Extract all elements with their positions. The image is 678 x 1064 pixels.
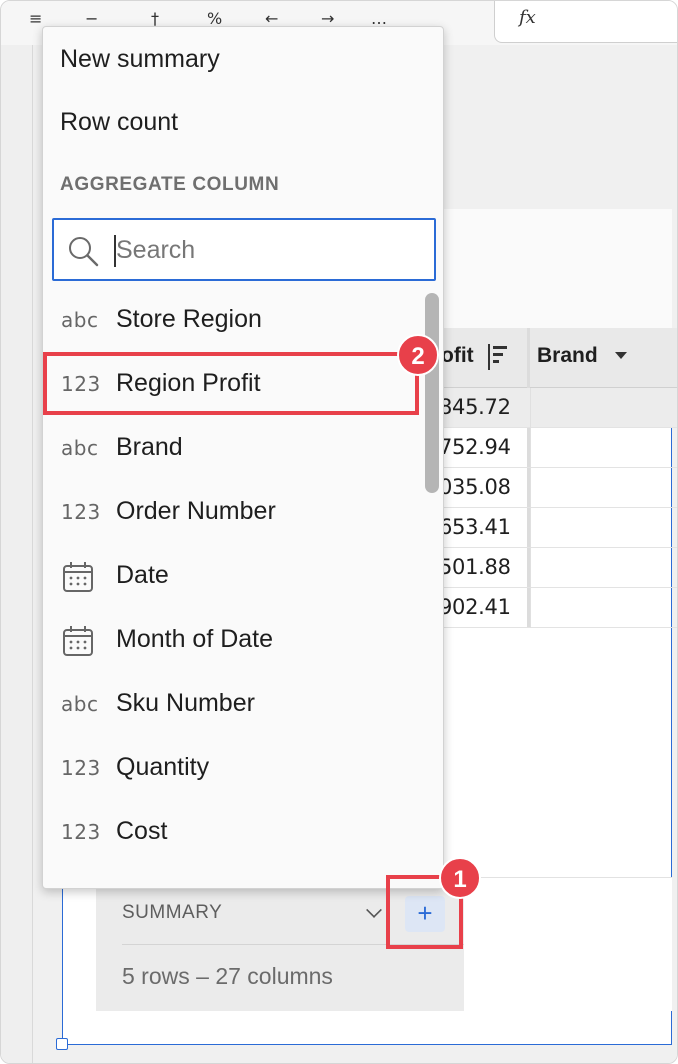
cell-brand[interactable] <box>530 508 677 548</box>
column-option-label: Cost <box>116 817 168 845</box>
table-row[interactable]: 501.88 <box>421 548 677 588</box>
cell-brand[interactable] <box>530 428 677 468</box>
text-type-icon: abc <box>61 308 99 332</box>
number-type-icon: 123 <box>61 820 101 844</box>
summary-bar-right <box>464 877 672 1011</box>
cell-brand[interactable] <box>530 468 677 508</box>
table-row[interactable]: 752.94 <box>421 428 677 468</box>
highlight-box-step-2 <box>43 352 419 415</box>
number-type-icon: 123 <box>61 756 101 780</box>
cell-brand[interactable] <box>530 588 677 628</box>
search-box[interactable] <box>52 218 436 281</box>
column-option-label: Sku Number <box>116 689 255 717</box>
column-option-label: Quantity <box>116 753 210 781</box>
calendar-icon <box>63 562 93 592</box>
column-option-order-number[interactable]: 123 Order Number <box>43 482 427 546</box>
cell-value: 501.88 <box>439 555 511 579</box>
step-badge-2: 2 <box>397 334 439 376</box>
column-header-brand[interactable]: Brand <box>537 344 598 368</box>
column-header-profit[interactable]: ofit <box>441 344 474 368</box>
toolbar-icon[interactable]: ← <box>265 9 285 28</box>
menu-item-new-summary[interactable]: New summary <box>60 45 220 74</box>
table-row[interactable]: 845.72 <box>421 388 677 428</box>
summary-label[interactable]: SUMMARY <box>122 902 222 924</box>
cell-brand[interactable] <box>530 548 677 588</box>
column-option-quantity[interactable]: 123 Quantity <box>43 738 427 802</box>
toolbar-icon[interactable]: † <box>151 9 171 28</box>
cell-value: 902.41 <box>439 595 511 619</box>
app-window: ≡ − † % ← → … fx ofit Brand 845.72 752.9… <box>0 0 678 1064</box>
column-option-store-region[interactable]: abc Store Region <box>43 290 427 354</box>
column-option-brand[interactable]: abc Brand <box>43 418 427 482</box>
toolbar-icon[interactable]: ≡ <box>29 9 49 28</box>
search-input[interactable] <box>116 230 416 270</box>
section-heading: AGGREGATE COLUMN <box>60 174 280 195</box>
column-option-cost[interactable]: 123 Cost <box>43 802 427 866</box>
chevron-down-icon[interactable] <box>366 902 382 918</box>
column-option-date[interactable]: Date <box>43 546 427 610</box>
fx-icon: fx <box>519 7 536 28</box>
calendar-icon <box>63 626 93 656</box>
table-header: ofit Brand <box>421 328 677 388</box>
column-option-sku-number[interactable]: abc Sku Number <box>43 674 427 738</box>
cell-brand[interactable] <box>530 388 677 428</box>
chevron-down-icon[interactable] <box>615 352 627 359</box>
column-option-label: Month of Date <box>116 625 274 653</box>
cell-value: 653.41 <box>439 515 511 539</box>
step-badge-1: 1 <box>439 857 481 899</box>
cell-value: 035.08 <box>439 475 511 499</box>
search-icon <box>69 237 99 267</box>
toolbar-icon[interactable]: → <box>321 9 341 28</box>
percent-icon[interactable]: % <box>207 9 227 28</box>
column-option-label: Brand <box>116 433 183 461</box>
text-type-icon: abc <box>61 436 99 460</box>
formula-bar[interactable]: fx <box>494 1 677 43</box>
table-row[interactable]: 035.08 <box>421 468 677 508</box>
column-option-month-of-date[interactable]: Month of Date <box>43 610 427 674</box>
row-column-count: 5 rows – 27 columns <box>122 963 333 989</box>
cell-value: 845.72 <box>439 395 511 419</box>
menu-scrollbar[interactable] <box>425 293 439 493</box>
table-row[interactable]: 902.41 <box>421 588 677 628</box>
left-gutter <box>1 45 33 1063</box>
cell-value: 752.94 <box>439 435 511 459</box>
resize-handle[interactable] <box>56 1038 68 1050</box>
toolbar-icon[interactable]: − <box>85 9 105 28</box>
column-option-label: Store Region <box>116 305 262 333</box>
table-row[interactable]: 653.41 <box>421 508 677 548</box>
menu-item-row-count[interactable]: Row count <box>60 108 178 137</box>
text-type-icon: abc <box>61 692 99 716</box>
column-option-label: Date <box>116 561 169 589</box>
sort-icon[interactable] <box>487 342 509 372</box>
aggregate-menu: New summary Row count AGGREGATE COLUMN a… <box>42 26 444 889</box>
more-icon[interactable]: … <box>371 9 391 28</box>
number-type-icon: 123 <box>61 500 101 524</box>
column-option-label: Order Number <box>116 497 276 525</box>
